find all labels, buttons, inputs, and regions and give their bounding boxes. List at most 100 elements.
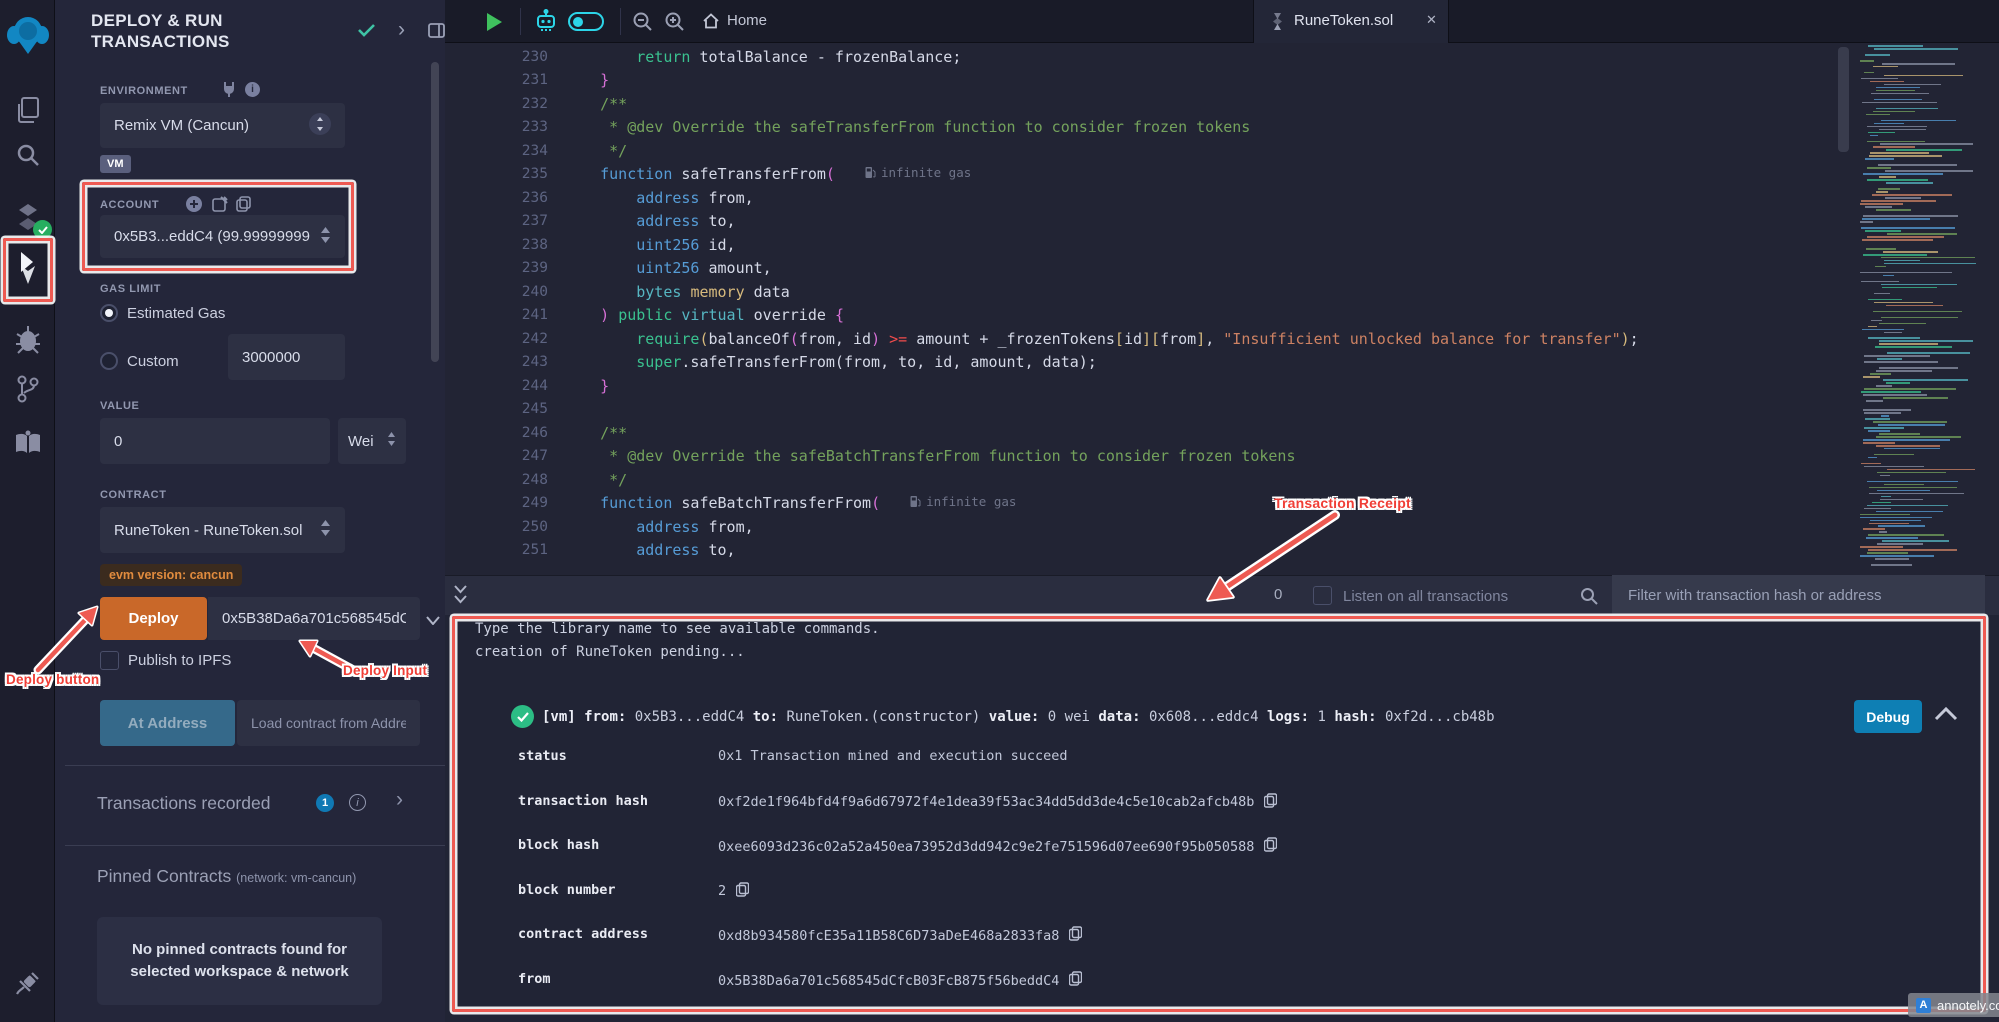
remix-logo-icon[interactable] (0, 14, 55, 56)
environment-info-icon[interactable]: i (245, 82, 260, 97)
copy-icon[interactable] (1264, 793, 1277, 812)
terminal-log-line: creation of RuneToken pending... (475, 644, 745, 660)
account-label: ACCOUNT (100, 199, 159, 211)
deploy-expand-icon[interactable] (426, 612, 440, 630)
plugin-manager-icon[interactable] (0, 970, 55, 996)
code-line: 238 uint256 id, (445, 233, 1999, 257)
code-line: 247 * @dev Override the safeBatchTransfe… (445, 445, 1999, 469)
add-account-icon[interactable] (186, 196, 202, 217)
transactions-expand-icon[interactable]: › (396, 788, 403, 812)
line-number: 238 (445, 237, 548, 253)
annotation-label-deploy-button: Deploy button (6, 672, 99, 687)
file-tab-runetoken[interactable]: RuneToken.sol ✕ (1253, 0, 1449, 43)
pinned-contracts-title: Pinned Contracts (network: vm-cancun) (97, 866, 356, 887)
code-editor[interactable]: 230 return totalBalance - frozenBalance;… (445, 43, 1999, 575)
tx-receipt-table: status0x1 Transaction mined and executio… (445, 740, 1999, 1022)
transaction-count: 0 (1274, 586, 1282, 603)
estimated-gas-radio[interactable] (100, 304, 118, 322)
deploy-button[interactable]: Deploy (100, 597, 207, 640)
deploy-input[interactable] (208, 597, 420, 640)
compile-success-badge (33, 220, 52, 239)
home-tab[interactable]: Home (702, 12, 720, 35)
code-line: 250 address from, (445, 515, 1999, 539)
ai-assistant-robot-icon[interactable] (534, 9, 558, 39)
environment-stepper-icon[interactable] (309, 113, 331, 139)
search-icon[interactable] (0, 142, 55, 168)
code-line: 235 function safeTransferFrom(infinite g… (445, 163, 1999, 187)
edit-account-icon[interactable] (212, 196, 228, 217)
contract-select[interactable]: RuneToken - RuneToken.sol (100, 507, 345, 553)
pin-panel-icon[interactable] (428, 23, 445, 43)
tx-receipt-summary[interactable]: [vm] from: 0x5B3...eddC4 to: RuneToken.(… (542, 707, 1495, 727)
deploy-and-run-icon[interactable] (0, 248, 55, 288)
custom-gas-input[interactable] (228, 334, 345, 380)
collapse-receipt-icon[interactable] (1934, 706, 1958, 726)
receipt-row-key: transaction hash (518, 793, 648, 809)
copy-account-icon[interactable] (236, 196, 251, 217)
debug-button[interactable]: Debug (1854, 700, 1922, 733)
at-address-button[interactable]: At Address (100, 700, 235, 746)
code-line: 245 (445, 398, 1999, 422)
line-number: 234 (445, 143, 548, 159)
receipt-row-key: contract address (518, 926, 648, 942)
git-branch-icon[interactable] (0, 374, 55, 404)
editor-tabbar: Home RuneToken.sol ✕ (445, 0, 1999, 43)
transactions-info-icon[interactable]: i (349, 794, 366, 811)
line-number: 241 (445, 307, 548, 323)
custom-gas-label: Custom (127, 353, 179, 370)
copy-icon[interactable] (736, 882, 749, 901)
receipt-row: block number2 (445, 882, 1999, 902)
copy-icon[interactable] (1264, 837, 1277, 856)
editor-scrollbar[interactable] (1838, 47, 1849, 152)
debugger-icon[interactable] (0, 324, 55, 354)
contract-stepper-icon[interactable] (320, 519, 331, 541)
remix-ide-window: DEPLOY & RUN TRANSACTIONS › ENVIRONMENT … (0, 0, 1999, 1022)
code-line: 234 */ (445, 139, 1999, 163)
receipt-row-value: 0xf2de1f964bfd4f9a6d67972f4e1dea39f53ac3… (718, 793, 1277, 812)
panel-next-icon[interactable]: › (398, 18, 405, 42)
close-tab-icon[interactable]: ✕ (1426, 12, 1437, 28)
terminal-log-line: Type the library name to see available c… (475, 621, 880, 637)
value-unit-stepper-icon[interactable] (387, 431, 396, 451)
receipt-row: status0x1 Transaction mined and executio… (445, 748, 1999, 768)
listen-all-checkbox[interactable] (1313, 586, 1332, 605)
custom-gas-radio[interactable] (100, 352, 118, 370)
plug-icon[interactable] (222, 81, 236, 102)
panel-scrollbar[interactable] (431, 62, 439, 362)
zoom-out-icon[interactable] (632, 11, 653, 37)
code-line: 239 uint256 amount, (445, 257, 1999, 281)
line-number: 235 (445, 166, 548, 182)
environment-value: Remix VM (Cancun) (114, 117, 249, 134)
value-input[interactable] (100, 418, 330, 464)
value-unit-select[interactable]: Wei (338, 418, 406, 464)
account-stepper-icon[interactable] (320, 226, 331, 248)
receipt-row: from0x5B38Da6a701c568545dCfcB03FcB875f56… (445, 971, 1999, 991)
evm-version-badge: evm version: cancun (100, 564, 242, 586)
line-number: 245 (445, 401, 548, 417)
line-number: 240 (445, 284, 548, 300)
receipt-row-key: block hash (518, 837, 599, 853)
copy-icon[interactable] (1069, 971, 1082, 990)
ai-copilot-toggle[interactable] (568, 12, 604, 31)
minimap[interactable] (1856, 45, 1992, 573)
value-label: VALUE (100, 400, 139, 412)
code-line: 232 /** (445, 92, 1999, 116)
file-explorer-icon[interactable] (0, 96, 55, 124)
divider (65, 765, 445, 766)
home-tab-label: Home (727, 12, 767, 29)
terminal-search-icon[interactable] (1580, 587, 1598, 610)
run-script-icon[interactable] (487, 13, 502, 31)
zoom-in-icon[interactable] (664, 11, 685, 37)
code-line: 240 bytes memory data (445, 280, 1999, 304)
expand-terminal-icon[interactable] (453, 583, 468, 612)
solidity-file-icon (1272, 13, 1283, 30)
environment-select[interactable]: Remix VM (Cancun) (100, 103, 345, 148)
line-number: 251 (445, 542, 548, 558)
learneth-icon[interactable] (0, 430, 55, 456)
at-address-input[interactable] (237, 700, 420, 746)
terminal-filter-input[interactable] (1612, 575, 1985, 615)
publish-ipfs-checkbox[interactable] (100, 651, 119, 670)
account-select[interactable]: 0x5B3...eddC4 (99.99999999 (100, 215, 345, 258)
file-tab-label: RuneToken.sol (1294, 12, 1393, 29)
copy-icon[interactable] (1069, 926, 1082, 945)
